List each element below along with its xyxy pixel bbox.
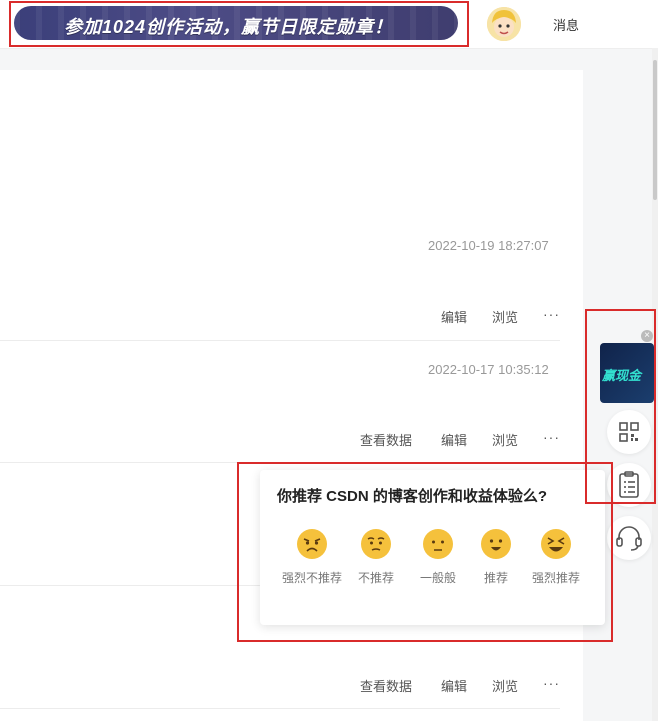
more-icon[interactable]: ··· [543,675,560,691]
article-time: 2022-10-17 10:35:12 [428,362,549,377]
neutral-face-icon [423,529,453,559]
banner-text: 参加1024创作活动，赢节日限定勋章！ [64,17,394,37]
side-ad[interactable]: 赢现金 [600,343,654,403]
qrcode-button[interactable] [607,410,651,454]
view-link[interactable]: 浏览 [492,430,518,449]
more-icon[interactable]: ··· [543,306,560,322]
scrollbar-thumb[interactable] [653,60,657,200]
view-data-link[interactable]: 查看数据 [360,676,412,695]
view-link[interactable]: 浏览 [492,307,518,326]
edit-link[interactable]: 编辑 [441,307,467,326]
article-time: 2022-10-19 18:27:07 [428,238,549,253]
view-data-link[interactable]: 查看数据 [360,430,412,449]
option-not-recommend[interactable]: 不推荐 [341,528,411,586]
feedback-question: 你推荐 CSDN 的博客创作和收益体验么? [277,488,548,505]
row-divider [0,462,560,463]
qrcode-icon [619,422,639,442]
more-icon[interactable]: ··· [543,429,560,445]
top-bar: 参加1024创作活动，赢节日限定勋章！ 消息 [0,0,658,49]
support-button[interactable] [607,516,651,560]
view-link[interactable]: 浏览 [492,676,518,695]
option-label: 强烈不推荐 [281,571,342,585]
option-strongly-recommend[interactable]: 强烈推荐 [521,528,591,586]
headset-icon [616,526,642,551]
clipboard-button[interactable] [607,463,651,507]
clipboard-icon [619,471,639,498]
ad-close-icon[interactable]: × [641,330,653,342]
avatar-image [487,7,521,41]
edit-link[interactable]: 编辑 [441,676,467,695]
messages-link[interactable]: 消息 [553,15,579,34]
laughing-face-icon [541,529,571,559]
angry-face-icon [297,529,327,559]
edit-link[interactable]: 编辑 [441,430,467,449]
option-strongly-not-recommend[interactable]: 强烈不推荐 [277,528,347,586]
row-divider [0,340,560,341]
feedback-popup: 你推荐 CSDN 的博客创作和收益体验么? 强烈不推荐 不推荐 一般般 推荐 强… [260,470,605,625]
avatar[interactable] [487,7,521,41]
option-label: 不推荐 [357,571,394,585]
smile-face-icon [481,529,511,559]
worried-face-icon [361,529,391,559]
side-ad-text: 赢现金 [602,368,642,383]
activity-banner[interactable]: 参加1024创作活动，赢节日限定勋章！ [14,6,458,40]
row-divider [0,708,560,709]
option-label: 强烈推荐 [531,571,580,585]
